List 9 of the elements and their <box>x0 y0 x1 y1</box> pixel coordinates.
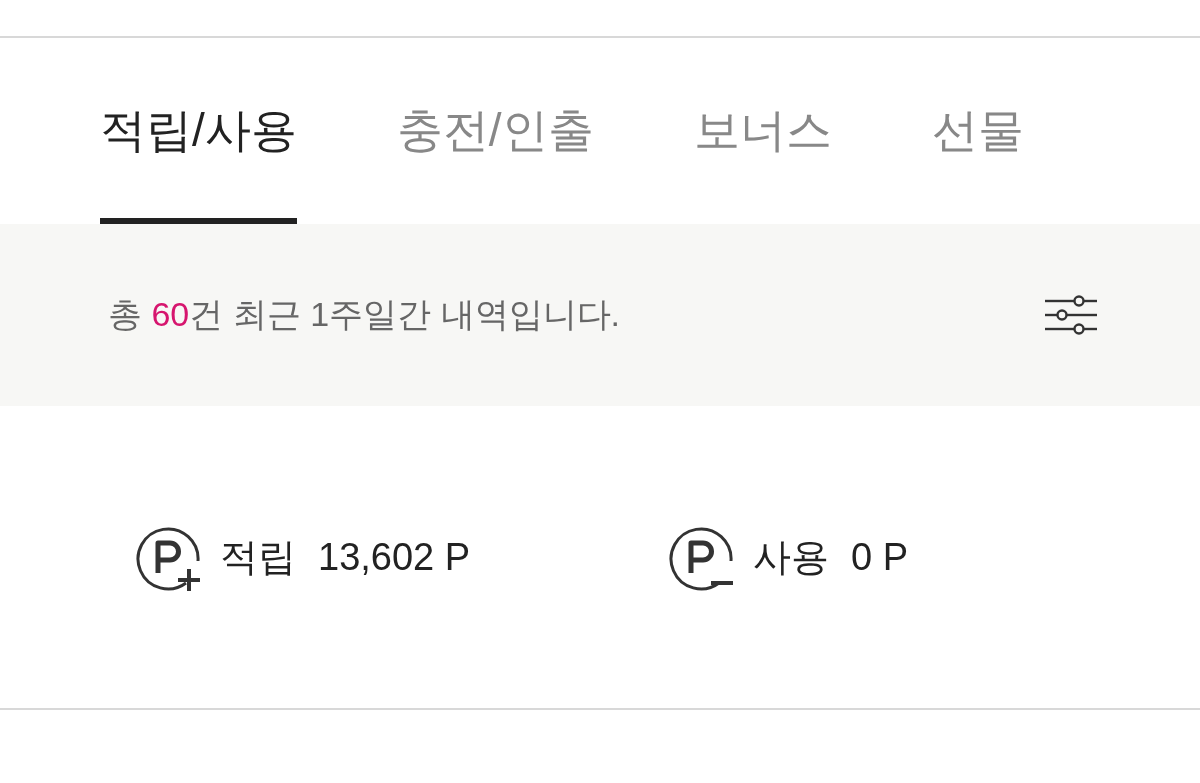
summary-label: 사용 <box>753 534 829 580</box>
point-amount: 13,602 P <box>318 535 471 579</box>
tab[interactable]: 선물 <box>931 38 1024 224</box>
tab[interactable]: 충전/인출 <box>396 38 594 224</box>
summary-label: 적립 <box>220 534 296 580</box>
filter-icon[interactable] <box>1044 295 1098 335</box>
point-amount: 0 P <box>851 535 909 579</box>
tab[interactable]: 보너스 <box>693 38 832 224</box>
history-summary-text: 총 60건 최근 1주일간 내역입니다. <box>108 294 620 335</box>
